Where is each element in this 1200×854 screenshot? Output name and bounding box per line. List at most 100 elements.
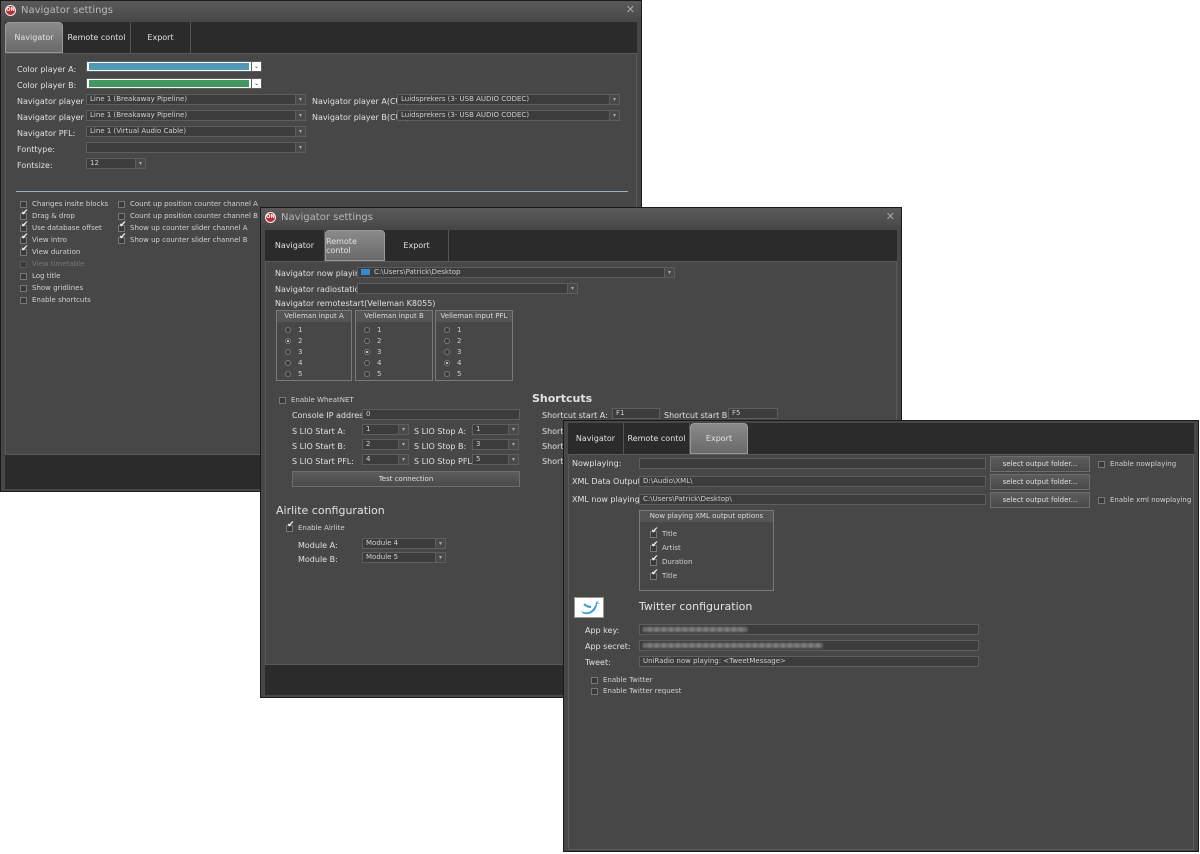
check-enable-wheatnet[interactable]: Enable WheatNET	[279, 396, 354, 404]
check-count-up-a[interactable]: Count up position counter channel A	[118, 200, 258, 208]
color-swatch-b	[89, 80, 249, 87]
app-secret-label: App secret:	[585, 642, 631, 651]
check-xml-artist[interactable]: ✔ Artist	[650, 540, 681, 552]
check-view-duration[interactable]: ✔ View duration	[20, 244, 80, 256]
tab-export[interactable]: Export	[385, 230, 449, 261]
fonttype-select[interactable]: ▾	[86, 142, 306, 153]
color-player-a-select[interactable]: ⌄	[86, 61, 262, 72]
radio-b-2[interactable]: 2	[364, 337, 381, 345]
color-player-a-label: Color player A:	[17, 65, 77, 74]
color-player-b-select[interactable]: ⌄	[86, 78, 262, 89]
tab-remote-control[interactable]: Remote contol	[63, 22, 131, 53]
check-changes-insite-blocks[interactable]: Changes insite blocks	[20, 200, 108, 208]
check-view-intro[interactable]: ✔ View intro	[20, 232, 67, 244]
radio-b-5[interactable]: 5	[364, 370, 381, 378]
chevron-down-icon: ▾	[508, 440, 518, 449]
tab-navigator[interactable]: Navigator	[265, 230, 325, 261]
select-folder-button-2[interactable]: select output folder...	[990, 474, 1090, 490]
color-swatch-a	[89, 63, 249, 70]
radio-a-5[interactable]: 5	[285, 370, 302, 378]
check-xml-duration[interactable]: ✔ Duration	[650, 554, 692, 566]
shortcut-start-b-input[interactable]: F5	[728, 408, 778, 419]
slio-stop-pfl-select[interactable]: 5 ▾	[472, 454, 519, 465]
radio-a-1[interactable]: 1	[285, 326, 302, 334]
check-drag-drop[interactable]: ✔ Drag & drop	[20, 208, 75, 220]
velleman-group-pfl: Velleman input PFL 1 2 3 4 5	[435, 310, 513, 381]
tweet-input[interactable]: UniRadio now playing: <TweetMessage>	[639, 656, 979, 667]
radio-b-1[interactable]: 1	[364, 326, 381, 334]
chevron-down-icon: ▾	[135, 159, 145, 168]
cue-b-select[interactable]: Luidsprekers (3- USB AUDIO CODEC) ▾	[397, 110, 620, 121]
nav-player-b-select[interactable]: Line 1 (Breakaway Pipeline) ▾	[86, 110, 306, 121]
check-count-up-b[interactable]: Count up position counter channel B	[118, 212, 258, 220]
xml-data-input[interactable]: D:\Audio\XML\	[639, 476, 986, 487]
check-slider-a[interactable]: ✔ Show up counter slider channel A	[118, 220, 247, 232]
select-folder-button-1[interactable]: select output folder...	[990, 456, 1090, 472]
check-log-title[interactable]: Log title	[20, 272, 60, 280]
slio-start-b-select[interactable]: 2 ▾	[362, 439, 409, 450]
chevron-down-icon: ▾	[567, 284, 577, 293]
chevron-down-icon: ▾	[295, 111, 305, 120]
check-slider-b[interactable]: ✔ Show up counter slider channel B	[118, 232, 248, 244]
radiostation-select[interactable]: ▾	[357, 283, 578, 294]
check-enable-twitter[interactable]: Enable Twitter	[591, 676, 653, 684]
radio-a-4[interactable]: 4	[285, 359, 302, 367]
radio-a-2[interactable]: 2	[285, 337, 302, 345]
radio-b-3[interactable]: 3	[364, 348, 381, 356]
tab-remote-control[interactable]: Remote contol	[624, 423, 690, 454]
airlite-title: Airlite configuration	[276, 504, 385, 517]
close-icon[interactable]: ✕	[886, 210, 895, 223]
tab-export[interactable]: Export	[690, 423, 748, 454]
select-folder-button-3[interactable]: select output folder...	[990, 492, 1090, 508]
console-ip-input[interactable]: 0	[362, 409, 520, 420]
nowplaying-input[interactable]	[639, 458, 986, 469]
radio-pfl-3[interactable]: 3	[444, 348, 461, 356]
module-a-select[interactable]: Module 4 ▾	[362, 538, 446, 549]
check-enable-twitter-request[interactable]: Enable Twitter request	[591, 687, 681, 695]
test-connection-button[interactable]: Test connection	[292, 471, 520, 487]
radio-pfl-1[interactable]: 1	[444, 326, 461, 334]
now-playing-select[interactable]: C:\Users\Patrick\Desktop ▾	[357, 267, 675, 278]
velleman-group-a: Velleman input A 1 2 3 4 5	[276, 310, 352, 381]
check-view-timetable: View timetable	[20, 260, 84, 268]
app-logo-icon: ON	[265, 211, 276, 223]
tab-export[interactable]: Export	[131, 22, 191, 53]
app-secret-input[interactable]	[639, 640, 979, 651]
radio-b-4[interactable]: 4	[364, 359, 381, 367]
check-use-database-offset[interactable]: ✔ Use database offset	[20, 220, 102, 232]
slio-stop-b-select[interactable]: 3 ▾	[472, 439, 519, 450]
close-icon[interactable]: ✕	[626, 3, 635, 16]
slio-start-pfl-select[interactable]: 4 ▾	[362, 454, 409, 465]
radio-pfl-5[interactable]: 5	[444, 370, 461, 378]
shortcut-start-b-label: Shortcut start B:	[664, 411, 730, 420]
slio-start-a-select[interactable]: 1 ▾	[362, 424, 409, 435]
xml-now-input[interactable]: C:\Users\Patrick\Desktop\	[639, 494, 986, 505]
nav-player-a-select[interactable]: Line 1 (Breakaway Pipeline) ▾	[86, 94, 306, 105]
chevron-down-icon: ▾	[435, 539, 445, 548]
check-xml-title[interactable]: ✔ Title	[650, 526, 677, 538]
shortcut-start-a-input[interactable]: F1	[612, 408, 660, 419]
radio-pfl-2[interactable]: 2	[444, 337, 461, 345]
module-b-select[interactable]: Module 5 ▾	[362, 552, 446, 563]
title-bar[interactable]: ON Navigator settings ✕	[261, 208, 901, 226]
nav-pfl-select[interactable]: Line 1 (Virtual Audio Cable) ▾	[86, 126, 306, 137]
check-xml-title-2[interactable]: ✔ Title	[650, 568, 677, 580]
radio-a-3[interactable]: 3	[285, 348, 302, 356]
check-enable-nowplaying[interactable]: Enable nowplaying	[1098, 460, 1176, 468]
check-show-gridlines[interactable]: Show gridlines	[20, 284, 83, 292]
app-logo-icon: ON	[5, 4, 16, 16]
title-bar[interactable]: ON Navigator settings ✕	[1, 1, 641, 19]
cue-a-select[interactable]: Luidsprekers (3- USB AUDIO CODEC) ▾	[397, 94, 620, 105]
fontsize-select[interactable]: 12 ▾	[86, 158, 146, 169]
tab-navigator[interactable]: Navigator	[568, 423, 624, 454]
check-enable-xml-nowplaying[interactable]: Enable xml nowplaying	[1098, 496, 1191, 504]
slio-stop-a-select[interactable]: 1 ▾	[472, 424, 519, 435]
app-key-input[interactable]	[639, 624, 979, 635]
tab-remote-control[interactable]: Remote contol	[325, 230, 385, 261]
check-enable-shortcuts[interactable]: Enable shortcuts	[20, 296, 91, 304]
check-enable-airlite[interactable]: ✔ Enable Airlite	[286, 520, 345, 532]
tab-navigator[interactable]: Navigator	[5, 22, 63, 53]
separator-line	[16, 191, 628, 192]
module-b-label: Module B:	[298, 555, 338, 564]
radio-pfl-4[interactable]: 4	[444, 359, 461, 367]
